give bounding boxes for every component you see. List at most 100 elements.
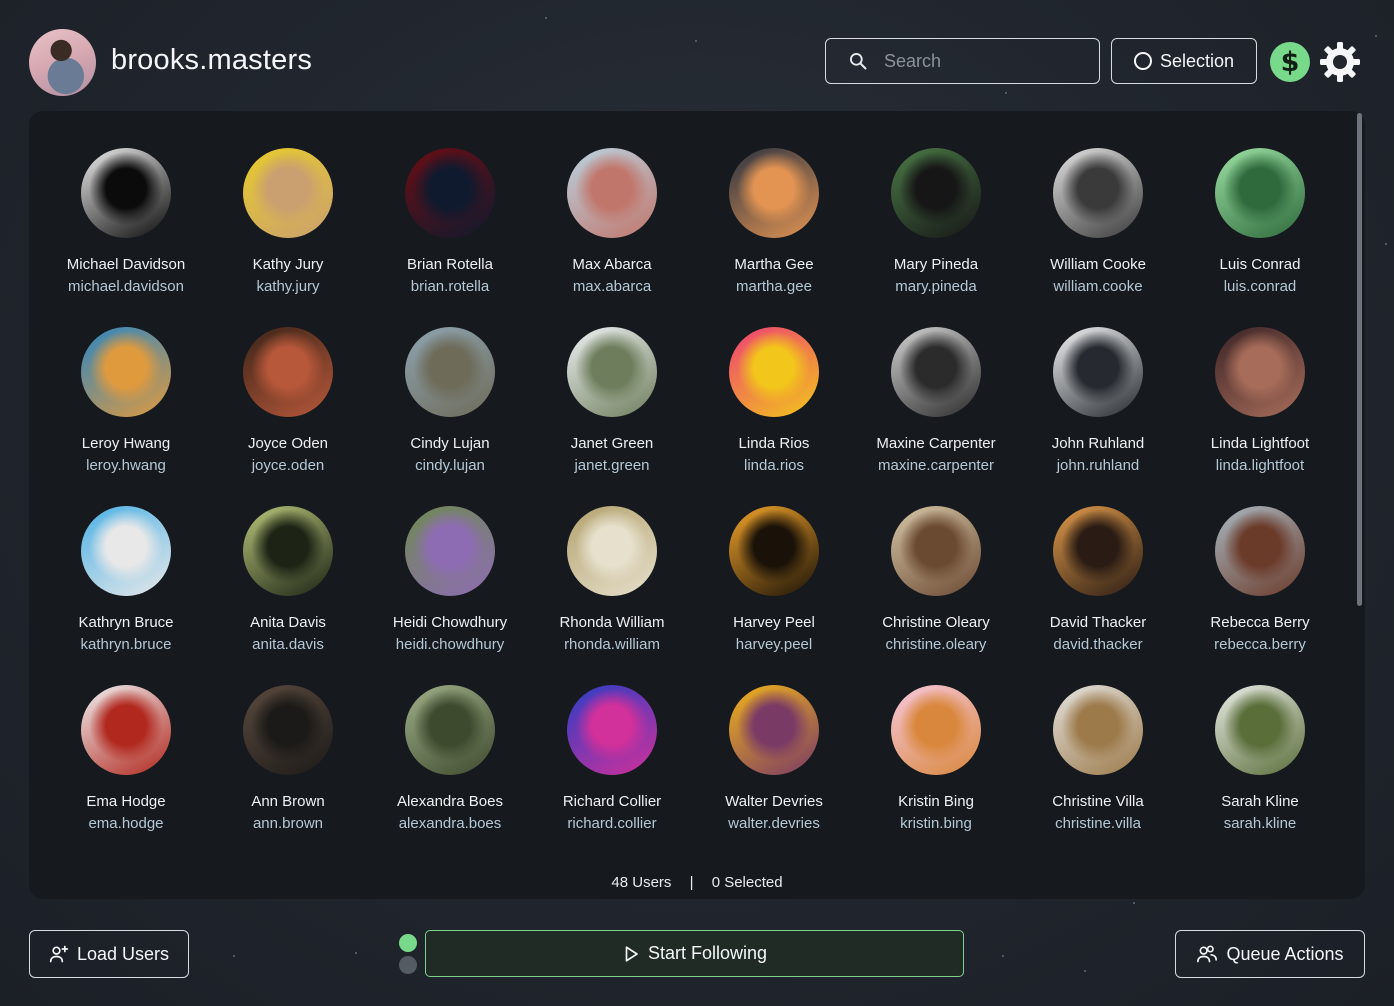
user-card[interactable]: Brian Rotella brian.rotella (369, 148, 531, 295)
user-card[interactable]: Michael Davidson michael.davidson (45, 148, 207, 295)
user-card[interactable]: Kathryn Bruce kathryn.bruce (45, 506, 207, 653)
selection-button[interactable]: Selection (1111, 38, 1257, 84)
user-avatar[interactable] (1215, 685, 1305, 775)
user-avatar[interactable] (567, 148, 657, 238)
status-dot-active (399, 934, 417, 952)
user-avatar[interactable] (243, 685, 333, 775)
user-name: Harvey Peel (733, 614, 815, 631)
user-card[interactable]: Ema Hodge ema.hodge (45, 685, 207, 832)
user-avatar[interactable] (891, 148, 981, 238)
user-name: Walter Devries (725, 793, 823, 810)
user-avatar[interactable] (243, 506, 333, 596)
user-card[interactable]: Christine Oleary christine.oleary (855, 506, 1017, 653)
user-handle: kathryn.bruce (80, 636, 172, 653)
user-card[interactable]: Martha Gee martha.gee (693, 148, 855, 295)
user-card[interactable]: Richard Collier richard.collier (531, 685, 693, 832)
user-card[interactable]: Christine Villa christine.villa (1017, 685, 1179, 832)
status-separator: | (689, 874, 694, 891)
user-avatar[interactable] (405, 148, 495, 238)
user-avatar[interactable] (81, 685, 171, 775)
user-handle: kristin.bing (900, 815, 972, 832)
status-bar: 48 Users | 0 Selected (29, 874, 1365, 891)
user-card[interactable]: Max Abarca max.abarca (531, 148, 693, 295)
user-avatar[interactable] (1215, 148, 1305, 238)
user-avatar[interactable] (405, 327, 495, 417)
user-name: Luis Conrad (1219, 256, 1301, 273)
user-avatar[interactable] (81, 327, 171, 417)
user-card[interactable]: David Thacker david.thacker (1017, 506, 1179, 653)
user-name: Anita Davis (250, 614, 326, 631)
user-avatar[interactable] (729, 148, 819, 238)
user-card[interactable]: Alexandra Boes alexandra.boes (369, 685, 531, 832)
user-name: John Ruhland (1051, 435, 1145, 452)
user-avatar[interactable] (1053, 327, 1143, 417)
user-name: Joyce Oden (247, 435, 329, 452)
user-avatar[interactable] (1053, 685, 1143, 775)
user-name: Janet Green (570, 435, 654, 452)
user-avatar[interactable] (729, 506, 819, 596)
user-card[interactable]: Heidi Chowdhury heidi.chowdhury (369, 506, 531, 653)
user-card[interactable]: Maxine Carpenter maxine.carpenter (855, 327, 1017, 474)
user-card[interactable]: Ann Brown ann.brown (207, 685, 369, 832)
user-card[interactable]: Leroy Hwang leroy.hwang (45, 327, 207, 474)
user-avatar[interactable] (243, 327, 333, 417)
user-card[interactable]: Sarah Kline sarah.kline (1179, 685, 1341, 832)
user-card[interactable]: Kristin Bing kristin.bing (855, 685, 1017, 832)
user-card[interactable]: Harvey Peel harvey.peel (693, 506, 855, 653)
user-avatar[interactable] (243, 148, 333, 238)
user-handle: sarah.kline (1223, 815, 1297, 832)
selection-label: Selection (1159, 50, 1235, 71)
queue-actions-button[interactable]: Queue Actions (1175, 930, 1365, 978)
search-icon (850, 53, 867, 70)
user-card[interactable]: Rebecca Berry rebecca.berry (1179, 506, 1341, 653)
user-card[interactable]: Walter Devries walter.devries (693, 685, 855, 832)
user-avatar[interactable] (891, 327, 981, 417)
user-card[interactable]: William Cooke william.cooke (1017, 148, 1179, 295)
user-handle: harvey.peel (735, 636, 813, 653)
user-card[interactable]: John Ruhland john.ruhland (1017, 327, 1179, 474)
user-avatar[interactable] (729, 327, 819, 417)
load-users-button[interactable]: Load Users (29, 930, 189, 978)
user-avatar[interactable] (1053, 148, 1143, 238)
user-card[interactable]: Kathy Jury kathy.jury (207, 148, 369, 295)
start-following-button[interactable]: Start Following (425, 930, 964, 977)
user-avatar[interactable] (81, 148, 171, 238)
user-card[interactable]: Cindy Lujan cindy.lujan (369, 327, 531, 474)
user-avatar[interactable] (1053, 506, 1143, 596)
user-avatar[interactable] (1215, 327, 1305, 417)
user-handle: heidi.chowdhury (395, 636, 505, 653)
user-name: Cindy Lujan (410, 435, 490, 452)
search-box[interactable] (825, 38, 1100, 84)
search-input[interactable] (882, 49, 1086, 73)
user-avatar[interactable] (567, 327, 657, 417)
user-handle: john.ruhland (1056, 457, 1140, 474)
user-card[interactable]: Linda Rios linda.rios (693, 327, 855, 474)
user-avatar[interactable] (405, 506, 495, 596)
user-handle: christine.villa (1055, 815, 1141, 832)
user-name: Alexandra Boes (397, 793, 503, 810)
user-avatar[interactable] (567, 685, 657, 775)
panel-scrollbar[interactable] (1357, 113, 1362, 606)
profile-avatar[interactable] (29, 29, 96, 96)
billing-button[interactable]: $ (1270, 42, 1310, 82)
gear-icon[interactable] (1318, 40, 1362, 84)
user-card[interactable]: Janet Green janet.green (531, 327, 693, 474)
user-card[interactable]: Mary Pineda mary.pineda (855, 148, 1017, 295)
user-avatar[interactable] (1215, 506, 1305, 596)
user-card[interactable]: Rhonda William rhonda.william (531, 506, 693, 653)
user-avatar[interactable] (891, 506, 981, 596)
user-avatar[interactable] (729, 685, 819, 775)
user-card[interactable]: Linda Lightfoot linda.lightfoot (1179, 327, 1341, 474)
user-card[interactable]: Anita Davis anita.davis (207, 506, 369, 653)
user-avatar[interactable] (405, 685, 495, 775)
user-name: Rhonda William (559, 614, 665, 631)
user-handle: martha.gee (736, 278, 812, 295)
user-avatar[interactable] (81, 506, 171, 596)
user-card[interactable]: Luis Conrad luis.conrad (1179, 148, 1341, 295)
user-handle: cindy.lujan (415, 457, 485, 474)
user-avatar[interactable] (567, 506, 657, 596)
user-handle: rebecca.berry (1214, 636, 1306, 653)
user-avatar[interactable] (891, 685, 981, 775)
play-icon (625, 945, 638, 962)
user-card[interactable]: Joyce Oden joyce.oden (207, 327, 369, 474)
